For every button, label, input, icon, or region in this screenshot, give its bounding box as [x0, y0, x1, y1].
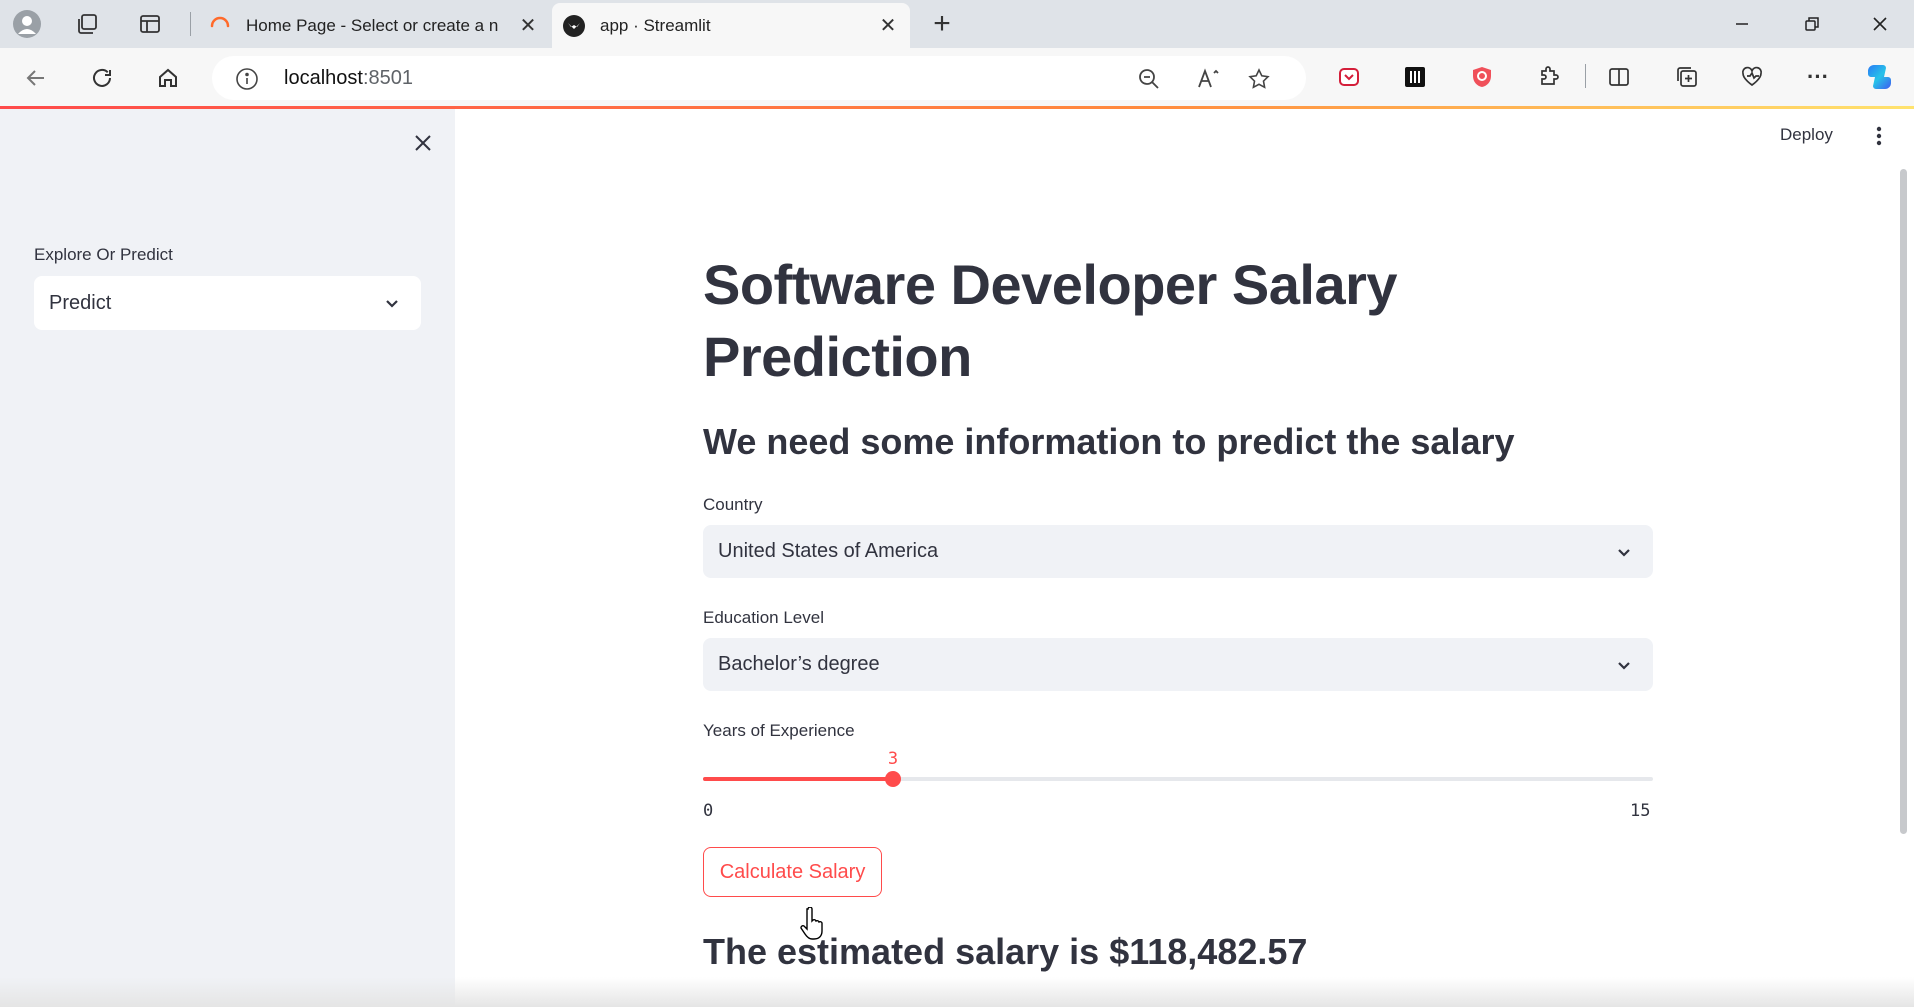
experience-label: Years of Experience: [703, 721, 855, 740]
back-icon[interactable]: [18, 60, 54, 96]
explore-predict-select[interactable]: Predict: [34, 276, 421, 330]
tab-title: Home Page - Select or create a n: [246, 15, 499, 35]
education-select[interactable]: Bachelor’s degree: [703, 638, 1653, 691]
profile-icon[interactable]: [12, 9, 42, 39]
tab-bar: Home Page - Select or create a n ✕ app ·…: [0, 0, 1914, 48]
select-value: Bachelor’s degree: [718, 653, 880, 675]
country-label: Country: [703, 495, 763, 514]
close-tab-icon[interactable]: ✕: [874, 12, 902, 40]
bars-extension-icon[interactable]: [1399, 61, 1431, 93]
close-sidebar-icon[interactable]: [406, 126, 440, 160]
tab-home-page[interactable]: Home Page - Select or create a n ✕: [198, 3, 550, 48]
site-info-icon[interactable]: [232, 64, 262, 94]
workspaces-icon[interactable]: [72, 9, 102, 39]
slider-fill: [703, 777, 893, 781]
extensions-puzzle-icon[interactable]: [1533, 61, 1565, 93]
page-subtitle: We need some information to predict the …: [703, 421, 1515, 462]
calculate-salary-button[interactable]: Calculate Salary: [703, 847, 882, 897]
more-options-icon[interactable]: ···: [1802, 61, 1834, 93]
slider-thumb[interactable]: [885, 771, 901, 787]
vertical-tabs-icon[interactable]: [135, 9, 165, 39]
slider-min-label: 0: [703, 801, 714, 821]
streamlit-favicon-icon: [562, 14, 586, 38]
split-screen-icon[interactable]: [1603, 61, 1635, 93]
address-toolbar: localhost:8501 ···: [0, 48, 1914, 106]
country-select[interactable]: United States of America: [703, 525, 1653, 578]
url-text: localhost:8501: [284, 67, 413, 89]
select-value: Predict: [49, 291, 112, 314]
minimize-icon[interactable]: [1712, 0, 1772, 48]
estimated-salary-result: The estimated salary is $118,482.57: [703, 931, 1308, 972]
address-bar[interactable]: localhost:8501: [212, 56, 1306, 100]
shield-extension-icon[interactable]: [1466, 61, 1498, 93]
experience-slider[interactable]: 3: [703, 749, 1653, 787]
browser-window: Home Page - Select or create a n ✕ app ·…: [0, 0, 1914, 1007]
page-title: Software Developer Salary Prediction: [703, 253, 1398, 388]
slider-max-label: 15: [1630, 801, 1651, 821]
main-menu-icon[interactable]: [1866, 121, 1892, 151]
copilot-icon[interactable]: [1864, 61, 1896, 93]
sidebar: Explore Or Predict Predict: [0, 109, 455, 1007]
home-icon[interactable]: [150, 60, 186, 96]
chevron-down-icon: [1607, 535, 1641, 569]
browser-essentials-icon[interactable]: [1737, 61, 1769, 93]
explore-predict-label: Explore Or Predict: [34, 245, 173, 264]
favorite-star-icon[interactable]: [1244, 64, 1274, 94]
refresh-icon[interactable]: [84, 60, 120, 96]
loading-spinner-icon: [208, 14, 232, 38]
chevron-down-icon: [1607, 648, 1641, 682]
zoom-out-icon[interactable]: [1134, 64, 1164, 94]
slider-value: 3: [887, 749, 899, 769]
chevron-down-icon: [375, 286, 409, 320]
scrollbar[interactable]: [1900, 169, 1907, 834]
pocket-extension-icon[interactable]: [1333, 61, 1365, 93]
new-tab-icon[interactable]: +: [927, 7, 957, 40]
close-tab-icon[interactable]: ✕: [514, 12, 542, 40]
restore-icon[interactable]: [1782, 0, 1842, 48]
select-value: United States of America: [718, 540, 939, 562]
streamlit-app: Explore Or Predict Predict Deploy Softwa…: [0, 109, 1914, 1007]
tab-title: app · Streamlit: [600, 15, 711, 35]
read-aloud-icon[interactable]: [1194, 64, 1224, 94]
tab-streamlit-app[interactable]: app · Streamlit ✕: [552, 3, 910, 48]
deploy-button[interactable]: Deploy: [1780, 125, 1833, 145]
collections-icon[interactable]: [1671, 61, 1703, 93]
close-window-icon[interactable]: [1850, 0, 1910, 48]
education-label: Education Level: [703, 608, 824, 627]
